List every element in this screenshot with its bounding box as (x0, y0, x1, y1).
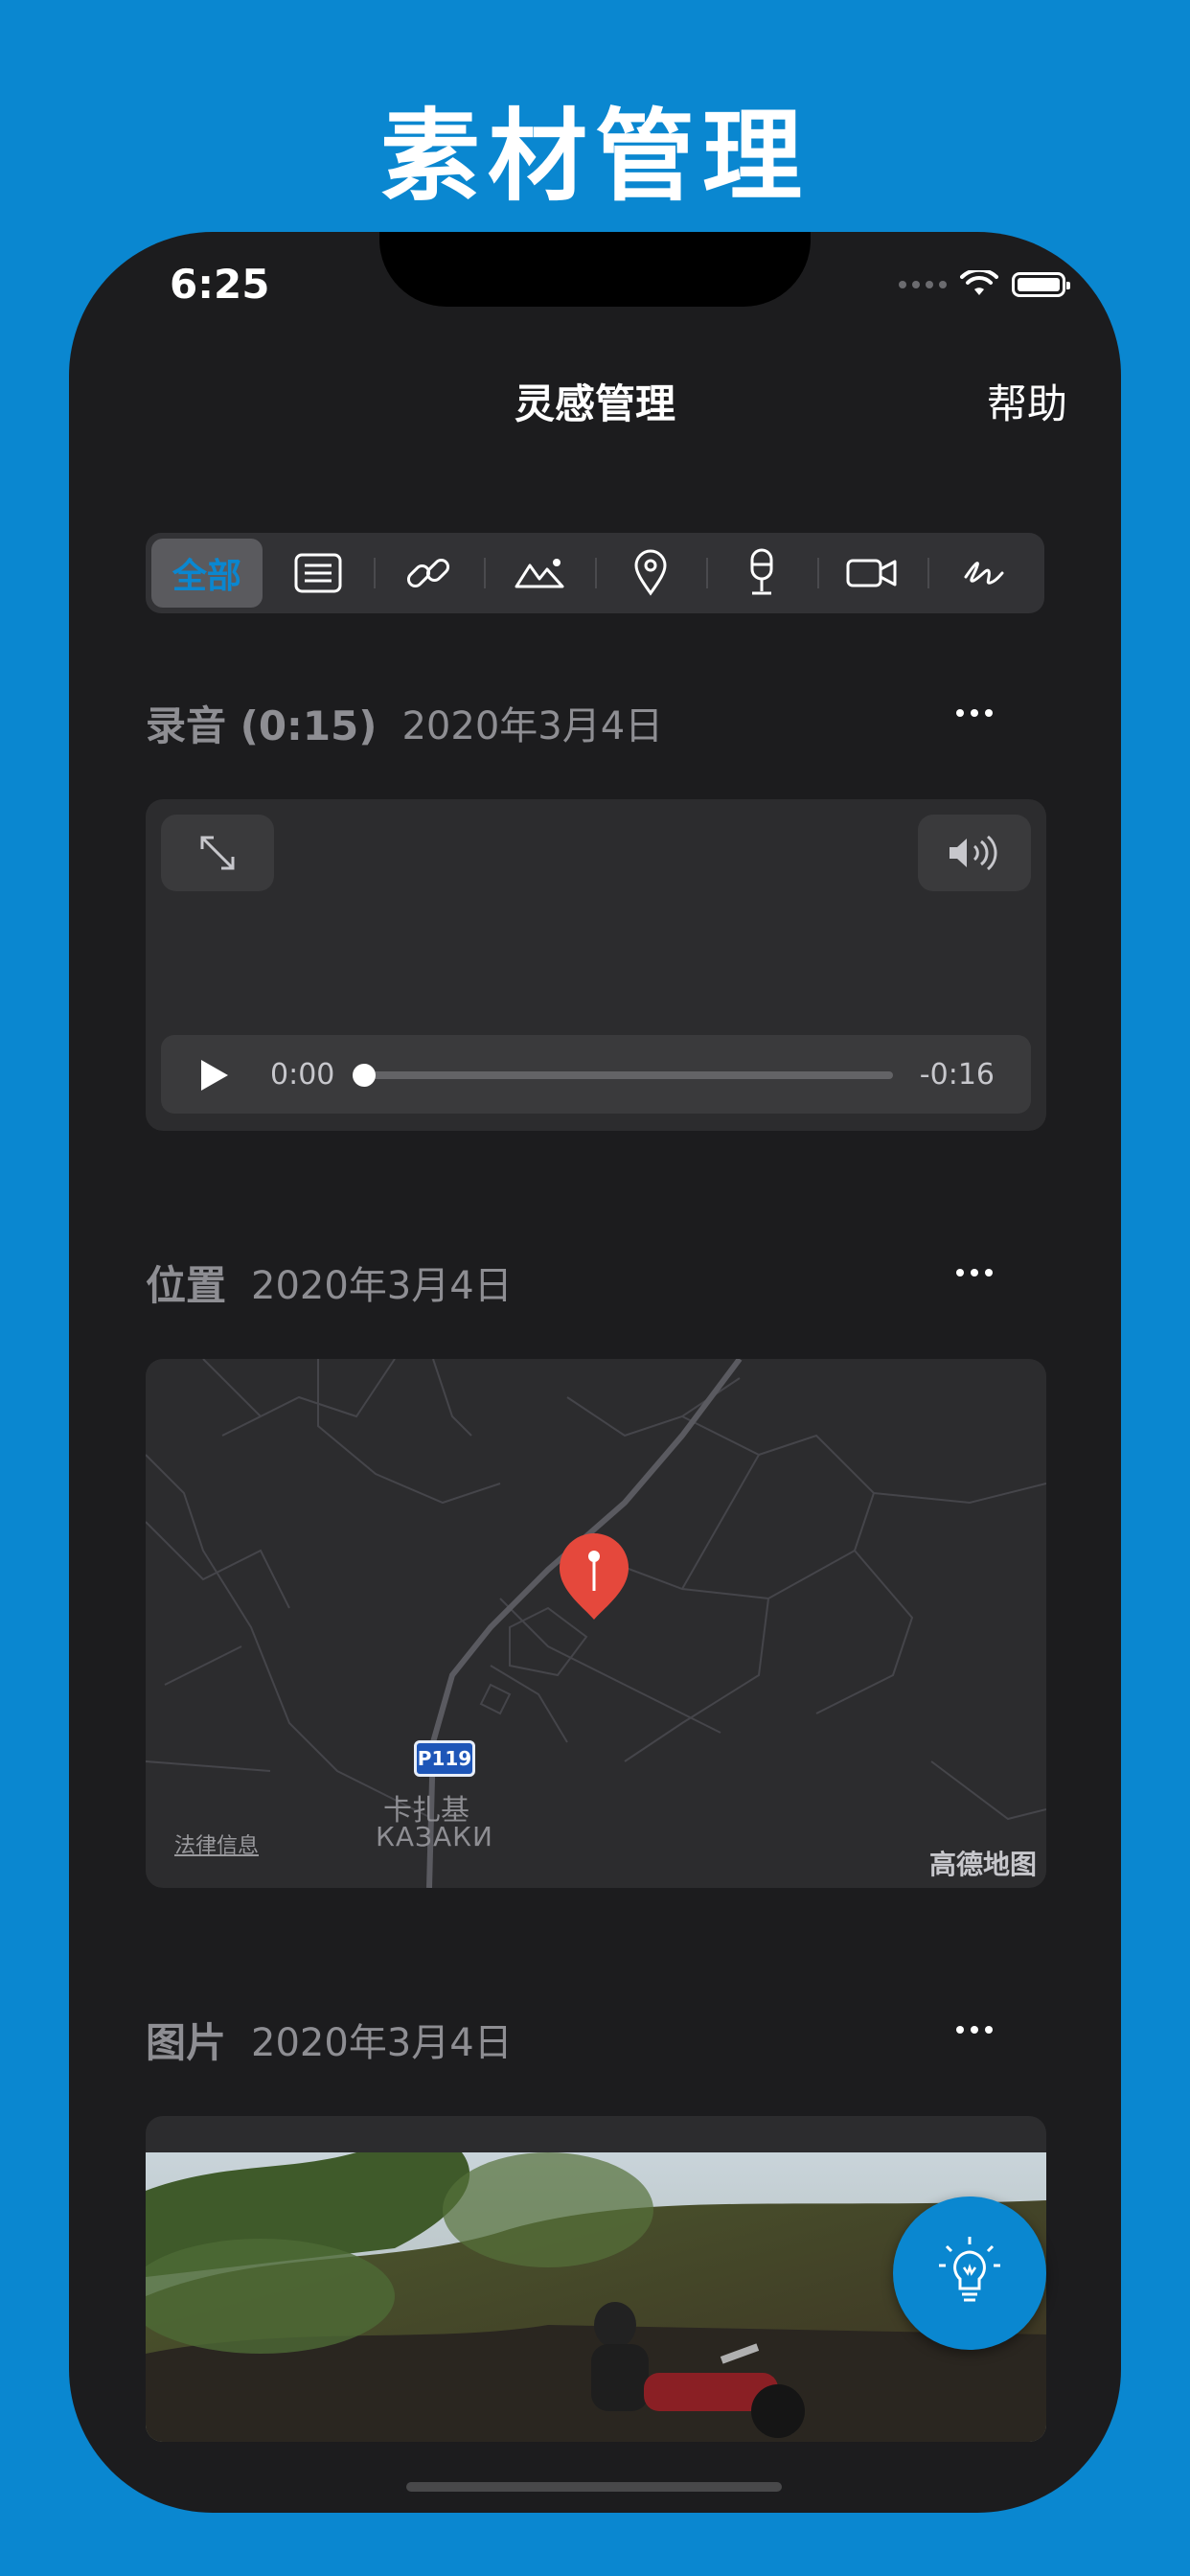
location-section-date: 2020年3月4日 (251, 1264, 513, 1308)
image-section-header: 图片 2020年3月4日 (146, 2011, 1044, 2068)
remaining-time: -0:16 (919, 1058, 995, 1092)
audio-section-title: 录音 (0:15) (146, 702, 378, 749)
current-time: 0:00 (270, 1058, 335, 1092)
audio-section-header: 录音 (0:15) 2020年3月4日 (146, 694, 1044, 751)
location-section-title: 位置 (146, 1261, 227, 1309)
text-icon (294, 553, 342, 593)
location-pin-icon (560, 1533, 629, 1620)
image-more-button[interactable] (956, 2026, 993, 2034)
map-view[interactable]: P119 卡扎基 КАЗАКИ 法律信息 高德地图 (146, 1359, 1046, 1888)
expand-button[interactable] (161, 815, 274, 891)
scribble-icon (964, 562, 1004, 585)
help-button[interactable]: 帮助 (987, 372, 1067, 430)
location-more-button[interactable] (956, 1269, 993, 1276)
battery-icon (1012, 272, 1070, 297)
promo-title: 素材管理 (379, 98, 810, 215)
audio-section-date: 2020年3月4日 (401, 704, 664, 748)
audio-player-bar: 0:00 -0:16 (161, 1035, 1031, 1114)
audio-card: 0:00 -0:16 (146, 799, 1046, 1131)
tab-all[interactable]: 全部 (151, 539, 263, 608)
link-icon (407, 558, 450, 588)
location-section-header: 位置 2020年3月4日 (146, 1254, 1044, 1311)
image-icon (515, 559, 564, 588)
tab-location[interactable] (595, 539, 706, 608)
audio-more-button[interactable] (956, 709, 993, 717)
notch (379, 232, 811, 307)
lightbulb-icon (939, 2237, 1000, 2302)
location-icon (634, 549, 667, 596)
volume-button[interactable] (918, 815, 1031, 891)
home-indicator (406, 2482, 782, 2492)
map-legal-link[interactable]: 法律信息 (174, 1828, 259, 1859)
image-section-title: 图片 (146, 2018, 227, 2066)
phone-screen: 6:25 灵感管理 帮助 全部 录音 (0:15) 2020年3月4日 0:00… (69, 232, 1121, 2513)
signal-icon (899, 281, 947, 288)
tab-all-label: 全部 (172, 557, 241, 596)
progress-track[interactable] (356, 1071, 893, 1079)
image-section-date: 2020年3月4日 (251, 2021, 513, 2065)
wifi-icon (960, 270, 998, 295)
status-time: 6:25 (170, 261, 270, 308)
map-roads (146, 1359, 1046, 1888)
speaker-icon (950, 835, 997, 871)
map-provider-logo: 高德地图 (928, 1849, 1037, 1880)
place-label-ru: КАЗАКИ (376, 1821, 493, 1852)
progress-knob[interactable] (353, 1064, 376, 1087)
video-icon (846, 559, 897, 587)
tab-video[interactable] (816, 539, 928, 608)
tab-image[interactable] (484, 539, 595, 608)
tab-drawing[interactable] (927, 539, 1039, 608)
expand-icon (200, 836, 235, 870)
inspiration-fab[interactable] (893, 2196, 1046, 2350)
filter-segmented-control: 全部 (146, 533, 1044, 613)
tab-text[interactable] (263, 539, 374, 608)
page-title: 灵感管理 (514, 380, 675, 427)
tab-link[interactable] (373, 539, 485, 608)
microphone-icon (750, 548, 773, 595)
tab-audio[interactable] (705, 539, 817, 608)
road-shield: P119 (414, 1740, 475, 1777)
status-icons (899, 270, 1070, 299)
play-icon[interactable] (197, 1056, 232, 1094)
